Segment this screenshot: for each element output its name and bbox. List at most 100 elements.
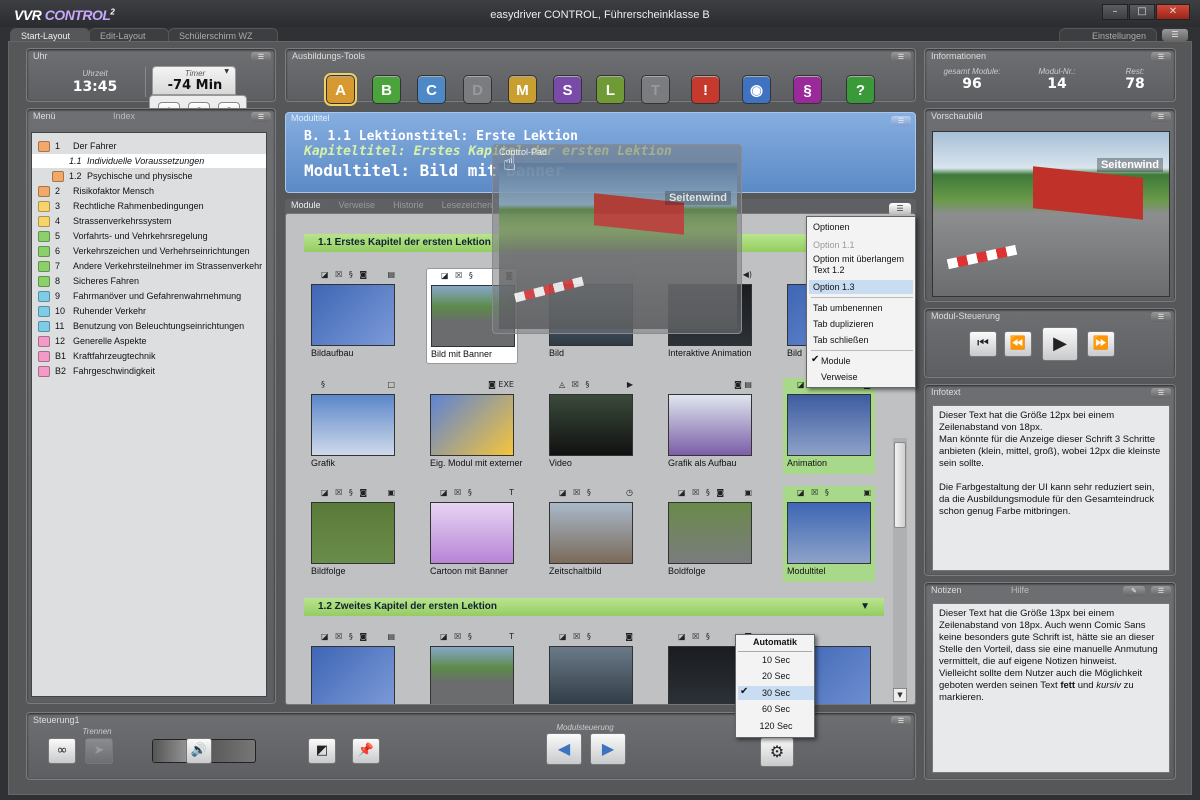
gear-icon[interactable]: ⚙ bbox=[760, 737, 794, 767]
timer-dropdown-icon[interactable]: ▼ bbox=[224, 68, 229, 75]
menu-item[interactable]: 3 Rechtliche Rahmenbedingungen bbox=[38, 199, 204, 213]
paragraph-icon[interactable]: § bbox=[793, 75, 822, 104]
automatik-option[interactable]: 120 Sec bbox=[736, 721, 816, 731]
option-1-3[interactable]: Option 1.3 bbox=[809, 280, 913, 294]
menu-item[interactable]: 6 Verkehrszeichen und Verhehrseinrichtung… bbox=[38, 244, 250, 258]
module-thumbnail[interactable] bbox=[668, 394, 752, 456]
pin-icon[interactable]: 📌 bbox=[352, 738, 380, 764]
menu-item[interactable]: B1 Kraftfahrzeugtechnik bbox=[38, 349, 156, 363]
option-1-2[interactable]: Option mit überlangem Text 1.2 bbox=[813, 254, 913, 278]
menu-item[interactable]: 12 Generelle Aspekte bbox=[38, 334, 147, 348]
menu-item[interactable]: 10 Ruhender Verkehr bbox=[38, 304, 146, 318]
module-card[interactable]: § □ Grafik bbox=[307, 378, 399, 474]
module-card[interactable]: ◪ ☒ § ◙ ▤ Bildaufbau bbox=[307, 268, 399, 364]
menu-item[interactable]: 11 Benutzung von Beleuchtungseinrichtunge… bbox=[38, 319, 244, 333]
panel-menu-icon[interactable]: ☰ bbox=[891, 716, 911, 726]
edit-icon[interactable]: ✎ bbox=[1123, 586, 1145, 596]
help-icon[interactable]: ? bbox=[846, 75, 875, 104]
menu-item[interactable]: 5 Vorfahrts- und Vehrkehrsregelung bbox=[38, 229, 208, 243]
options-trigger-icon[interactable]: ☰ bbox=[889, 203, 911, 215]
panel-menu-icon[interactable]: ☰ bbox=[251, 112, 271, 122]
tab-module[interactable]: Module bbox=[285, 200, 327, 212]
menu-item[interactable]: 9 Fahrmanöver und Gefahrenwahrnehmung bbox=[38, 289, 241, 303]
tool-l-button[interactable]: L bbox=[596, 75, 625, 104]
verweise-toggle-item[interactable]: Verweise bbox=[821, 370, 858, 384]
menu-item[interactable]: 1 Der Fahrer bbox=[38, 139, 117, 153]
scroll-thumb[interactable] bbox=[894, 442, 906, 528]
menu-item[interactable]: 8 Sicheres Fahren bbox=[38, 274, 139, 288]
tab-schuelerschirm[interactable]: Schülerschirm WZ bbox=[168, 28, 278, 42]
chapter-header[interactable]: 1.2 Zweites Kapitel der ersten Lektion ▼ bbox=[304, 598, 884, 616]
panel-menu-icon[interactable]: ☰ bbox=[1151, 388, 1171, 398]
volume-slider[interactable]: 🔊 bbox=[152, 738, 256, 764]
tab-start-layout[interactable]: Start-Layout bbox=[10, 28, 90, 42]
notes-body[interactable]: Dieser Text hat die Größe 13px bei einem… bbox=[932, 603, 1170, 773]
prev-module-icon[interactable]: ◀ bbox=[546, 733, 582, 765]
module-card[interactable]: ◪ ☒ § ◙ ▣ Boldfolge bbox=[664, 486, 756, 582]
tab-historie[interactable]: Historie bbox=[387, 200, 430, 212]
timer-box[interactable]: Timer ▼ -74 Min bbox=[152, 66, 236, 95]
module-thumbnail[interactable] bbox=[668, 502, 752, 564]
index-tab[interactable]: Index bbox=[113, 111, 135, 121]
menu-item[interactable]: B2 Fahrgeschwindigkeit bbox=[38, 364, 155, 378]
scroll-down-icon[interactable]: ▼ bbox=[893, 688, 907, 702]
menu-item[interactable]: 1.2 Psychische und physische bbox=[38, 169, 193, 183]
tool-c-button[interactable]: C bbox=[417, 75, 446, 104]
tool-d-button[interactable]: D bbox=[463, 75, 492, 104]
send-icon[interactable]: ➤ bbox=[85, 738, 113, 764]
module-card[interactable]: ◪ ☒ § ◙ ▣ Bildfolge bbox=[307, 486, 399, 582]
module-thumbnail[interactable] bbox=[311, 284, 395, 346]
module-scrollbar[interactable] bbox=[893, 438, 907, 703]
menu-item[interactable]: 4 Strassenverkehrssystem bbox=[38, 214, 172, 228]
tab-edit-layout[interactable]: Edit-Layout bbox=[89, 28, 169, 42]
module-toggle-item[interactable]: Module bbox=[821, 354, 851, 368]
module-card[interactable]: ◪ ☒ § ◙ ▤ bbox=[307, 630, 399, 704]
tool-s-button[interactable]: S bbox=[553, 75, 582, 104]
next-module-icon[interactable]: ▶ bbox=[590, 733, 626, 765]
close-button[interactable]: ✕ bbox=[1156, 4, 1190, 20]
module-thumbnail[interactable] bbox=[311, 646, 395, 704]
module-thumbnail[interactable] bbox=[311, 502, 395, 564]
minimize-button[interactable]: – bbox=[1102, 4, 1128, 20]
automatik-option[interactable]: 30 Sec bbox=[736, 688, 816, 698]
tab-close-item[interactable]: Tab schließen bbox=[813, 333, 869, 347]
hilfe-tab[interactable]: Hilfe bbox=[1011, 585, 1029, 595]
tab-duplicate-item[interactable]: Tab duplizieren bbox=[813, 317, 874, 331]
panel-menu-icon[interactable]: ☰ bbox=[1151, 586, 1171, 596]
module-card[interactable]: ◪ ☒ § T Cartoon mit Banner bbox=[426, 486, 518, 582]
automatik-option[interactable]: 60 Sec bbox=[736, 704, 816, 714]
glasses-icon[interactable]: ∞ bbox=[48, 738, 76, 764]
module-card[interactable]: ◬ ☒ § ▶ Video bbox=[545, 378, 637, 474]
rewind-icon[interactable]: ⏪ bbox=[1004, 331, 1032, 357]
menu-tab[interactable]: Menü bbox=[33, 111, 56, 121]
module-card[interactable]: ◙ ▤ Grafik als Aufbau bbox=[664, 378, 756, 474]
module-card[interactable]: ◪ ☒ § ▣ Modultitel bbox=[783, 486, 875, 582]
fast-forward-icon[interactable]: ⏩ bbox=[1087, 331, 1115, 357]
module-thumbnail[interactable] bbox=[549, 394, 633, 456]
module-thumbnail[interactable] bbox=[549, 502, 633, 564]
skip-back-icon[interactable]: ⏮ bbox=[969, 331, 997, 357]
tab-einstellungen[interactable]: Einstellungen bbox=[1059, 28, 1157, 42]
module-thumbnail[interactable] bbox=[430, 646, 514, 704]
collapse-icon[interactable]: ▼ bbox=[860, 598, 870, 616]
warning-icon[interactable]: ! bbox=[691, 75, 720, 104]
tab-verweise[interactable]: Verweise bbox=[333, 200, 382, 212]
module-thumbnail[interactable] bbox=[549, 646, 633, 704]
panel-menu-icon[interactable]: ☰ bbox=[891, 116, 911, 126]
module-thumbnail[interactable] bbox=[787, 502, 871, 564]
notizen-tab[interactable]: Notizen bbox=[931, 585, 962, 595]
panel-menu-icon[interactable]: ☰ bbox=[1151, 312, 1171, 322]
menu-item[interactable]: 1.1 Individuelle Voraussetzungen bbox=[32, 154, 266, 168]
panel-menu-icon[interactable]: ☰ bbox=[1151, 52, 1171, 62]
play-icon[interactable]: ▶ bbox=[1042, 327, 1078, 361]
tool-a-button[interactable]: A bbox=[324, 73, 357, 106]
module-thumbnail[interactable] bbox=[311, 394, 395, 456]
camera-icon[interactable]: ◉ bbox=[742, 75, 771, 104]
settings-menu-icon[interactable]: ☰ bbox=[1162, 29, 1188, 41]
control-pad-window[interactable]: Control-Pad Seitenwind ☝ bbox=[492, 144, 742, 334]
tab-lesezeichen[interactable]: Lesezeichen bbox=[436, 200, 499, 212]
menu-item[interactable]: 7 Andere Verkehrsteilnehmer im Strassenve… bbox=[38, 259, 262, 273]
module-card[interactable]: ◪ ☒ §◙Animation bbox=[783, 378, 875, 474]
maximize-button[interactable]: □ bbox=[1129, 4, 1155, 20]
automatik-option[interactable]: 20 Sec bbox=[736, 671, 816, 681]
